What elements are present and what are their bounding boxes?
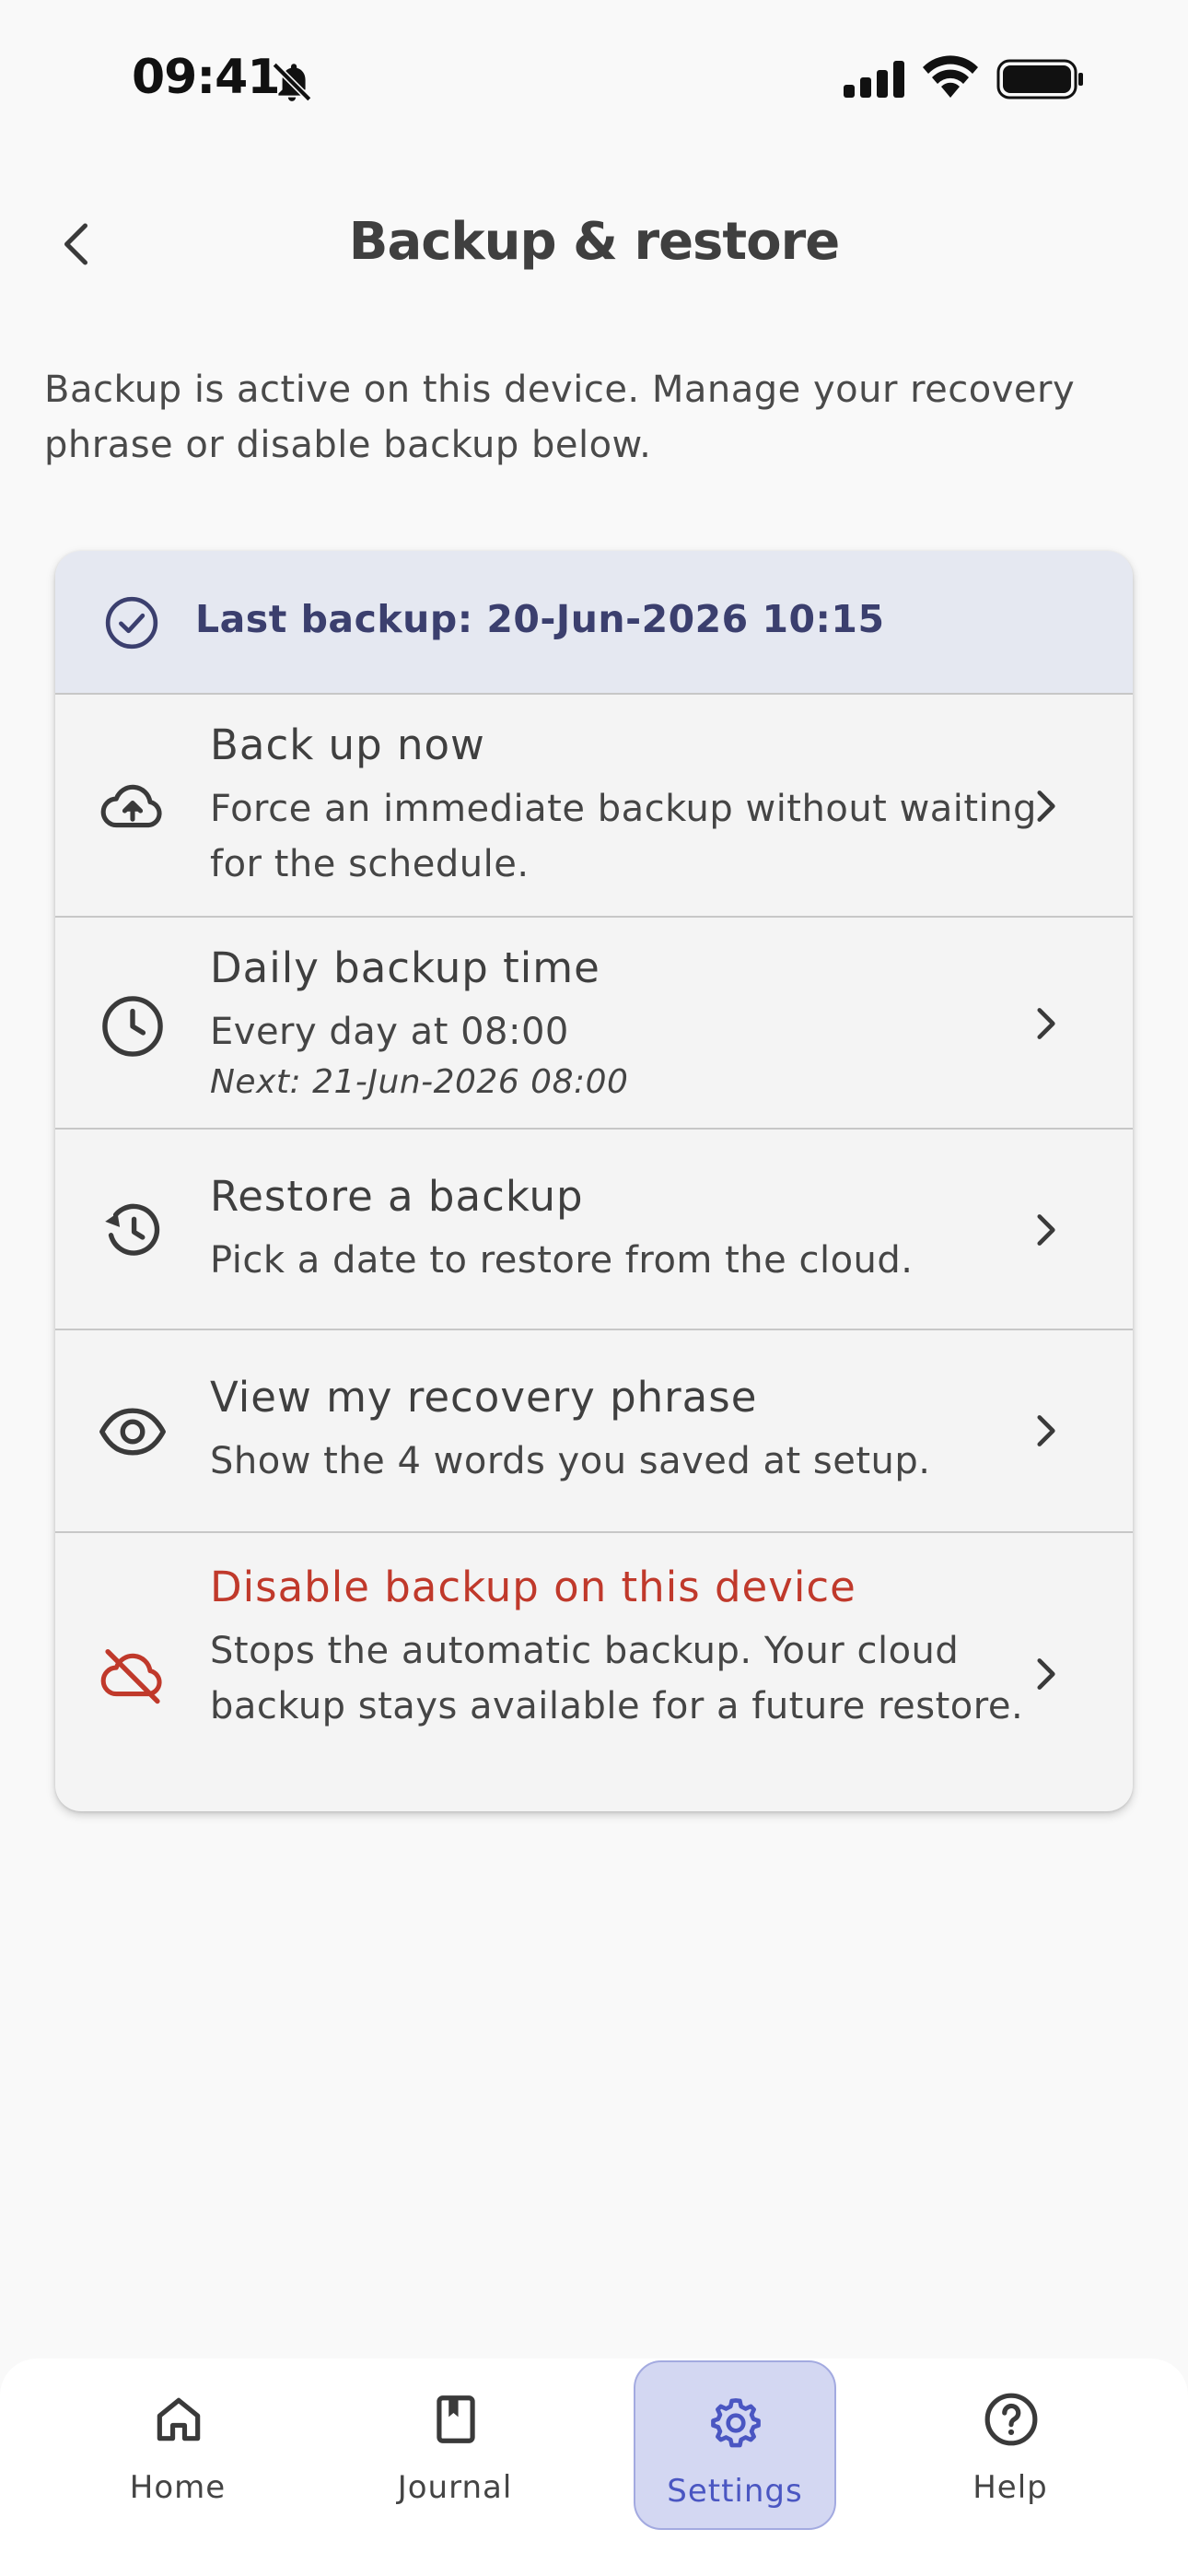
back-up-now-subtitle: Force an immediate backup without waitin… [210, 788, 1037, 885]
view-recovery-phrase-row[interactable]: View my recovery phrase Show the 4 words… [55, 1329, 1133, 1533]
status-time: 09:41 [132, 50, 281, 105]
wifi-icon [923, 55, 978, 98]
chevron-right-icon [1037, 1214, 1055, 1246]
daily-backup-time-subtitle: Every day at 08:00 [210, 1011, 569, 1053]
history-icon [105, 1203, 160, 1256]
page-title: Backup & restore [348, 212, 840, 272]
clock-icon [102, 996, 163, 1057]
nav-settings[interactable]: Settings [634, 2360, 836, 2530]
disable-backup-row[interactable]: Disable backup on this device Stops the … [55, 1531, 1133, 1811]
next-backup-label: Next: 21-Jun-2026 08:00 [210, 1063, 629, 1101]
chevron-right-icon [1037, 790, 1055, 822]
bottom-navigation: Home Journal Settings Help [0, 2359, 1188, 2576]
chevron-right-icon [1037, 1415, 1055, 1446]
disable-backup-subtitle: Stops the automatic backup. Your cloud b… [210, 1630, 1024, 1727]
back-up-now-title: Back up now [210, 720, 485, 769]
app-bar: Backup & restore [0, 184, 1188, 304]
backup-card: Last backup: 20-Jun-2026 10:15 Back up n… [55, 551, 1133, 1811]
last-backup-banner: Last backup: 20-Jun-2026 10:15 [55, 551, 1133, 693]
bookmark-icon [437, 2395, 475, 2443]
cellular-signal-icon [844, 61, 904, 98]
nav-journal-label: Journal [397, 2469, 513, 2506]
chevron-right-icon [1037, 1008, 1055, 1039]
nav-settings-label: Settings [667, 2473, 803, 2510]
cloud-off-icon [100, 1648, 162, 1704]
nav-home[interactable]: Home [78, 2359, 277, 2524]
gear-icon [711, 2398, 761, 2448]
eye-icon [99, 1408, 166, 1456]
chevron-right-icon [1037, 1658, 1055, 1690]
status-bar: 09:41 [0, 0, 1188, 157]
nav-journal[interactable]: Journal [355, 2359, 554, 2524]
back-up-now-row[interactable]: Back up now Force an immediate backup wi… [55, 693, 1133, 918]
battery-icon [996, 59, 1083, 100]
view-recovery-phrase-title: View my recovery phrase [210, 1373, 758, 1422]
nav-home-label: Home [129, 2469, 227, 2506]
intro-text: Backup is active on this device. Manage … [44, 369, 1076, 466]
cloud-upload-icon [100, 784, 162, 828]
last-backup-label: Last backup: 20-Jun-2026 10:15 [195, 597, 885, 641]
daily-backup-time-row[interactable]: Daily backup time Every day at 08:00 Nex… [55, 916, 1133, 1130]
disable-backup-title: Disable backup on this device [210, 1563, 856, 1611]
daily-backup-time-title: Daily backup time [210, 943, 600, 992]
home-icon [157, 2397, 201, 2441]
restore-backup-title: Restore a backup [210, 1172, 584, 1221]
check-circle-icon [105, 596, 158, 650]
nav-help-label: Help [973, 2469, 1048, 2506]
help-icon [984, 2393, 1038, 2446]
restore-backup-row[interactable]: Restore a backup Pick a date to restore … [55, 1128, 1133, 1330]
bell-off-icon [272, 62, 312, 102]
view-recovery-phrase-subtitle: Show the 4 words you saved at setup. [210, 1440, 931, 1482]
restore-backup-subtitle: Pick a date to restore from the cloud. [210, 1239, 914, 1282]
nav-help[interactable]: Help [911, 2359, 1110, 2524]
